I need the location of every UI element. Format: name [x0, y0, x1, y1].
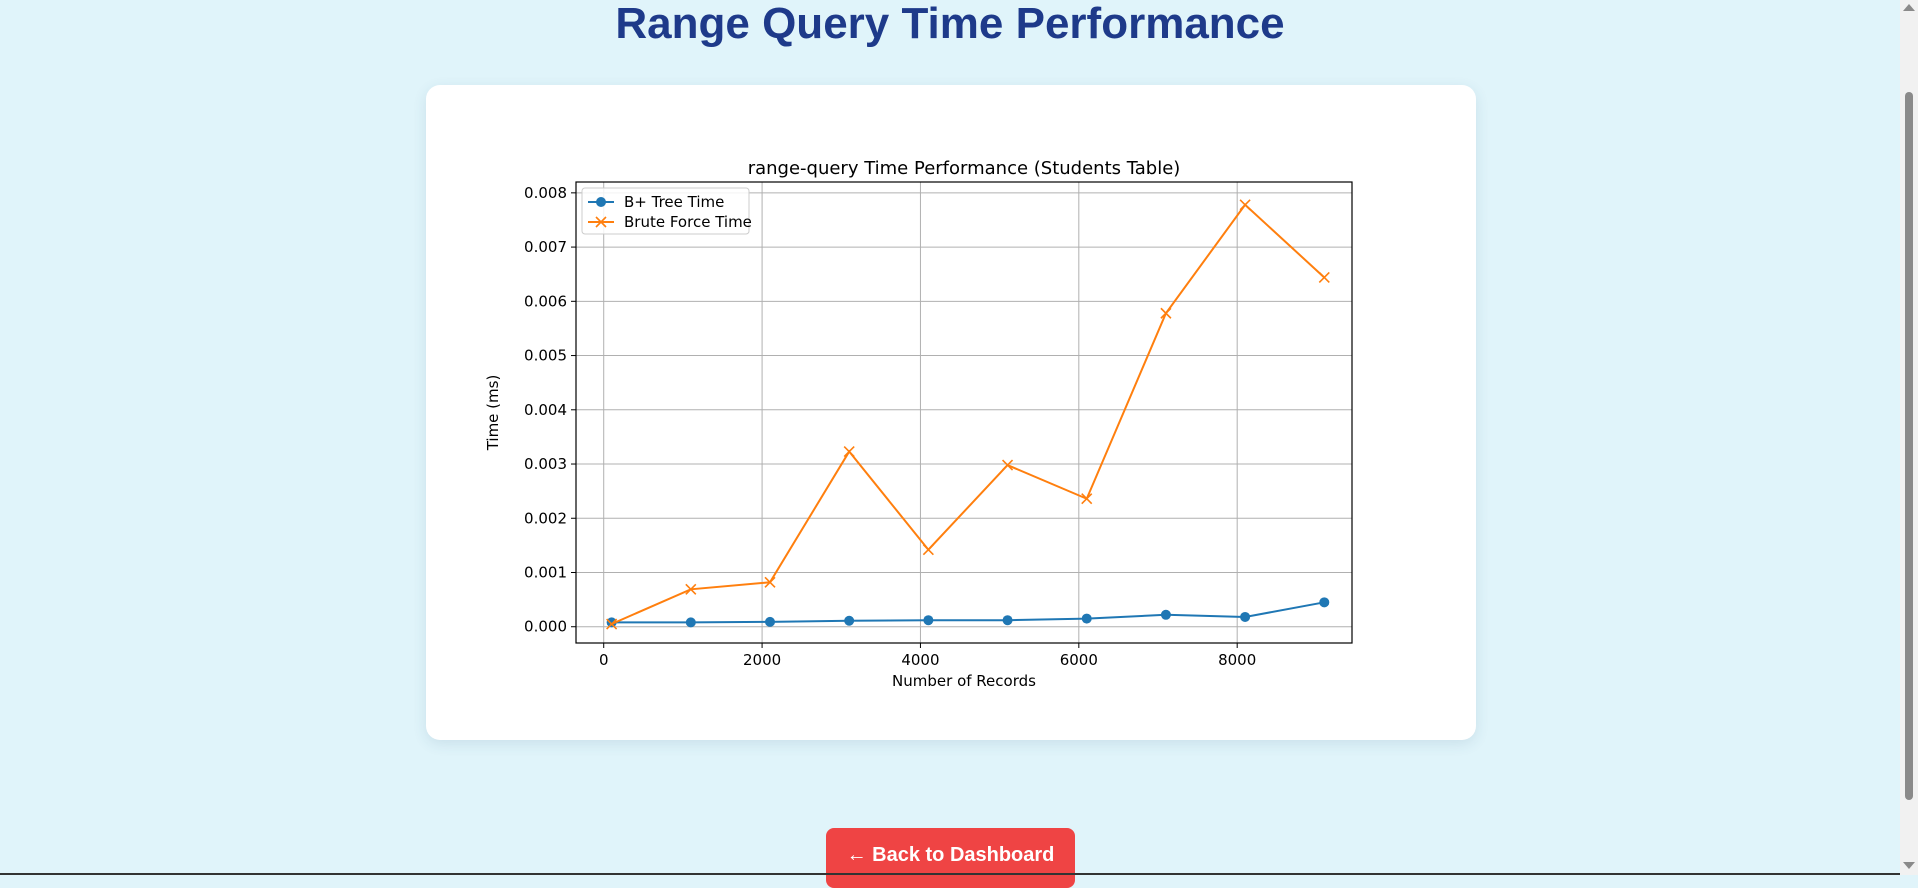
scroll-up-arrow-icon[interactable]	[1903, 4, 1915, 11]
x-tick-label: 6000	[1060, 651, 1098, 669]
data-point	[1081, 493, 1093, 505]
x-tick-label: 2000	[743, 651, 781, 669]
legend-label: B+ Tree Time	[624, 193, 724, 211]
data-point	[1002, 615, 1013, 626]
performance-chart: 0 2000 4000 6000 8000 0.000 0.001 0.002 0.003 0.0…	[484, 158, 1353, 690]
legend-label: Brute Force Time	[624, 213, 752, 231]
data-point	[844, 615, 855, 626]
data-point	[1160, 609, 1171, 620]
chart-card: 0 2000 4000 6000 8000 0.000 0.001 0.002 0.003 0.0…	[426, 85, 1476, 740]
series-line-1	[611, 203, 1325, 625]
y-axis-label: Time (ms)	[484, 375, 502, 452]
data-point	[1001, 459, 1014, 471]
data-point	[1319, 597, 1330, 608]
x-tick-label: 0	[599, 651, 609, 669]
legend-marker	[596, 197, 606, 207]
y-tick-label: 0.002	[524, 509, 567, 527]
vertical-scrollbar[interactable]	[1900, 0, 1918, 875]
y-tick-label: 0.005	[524, 347, 567, 365]
data-point	[1318, 271, 1330, 284]
data-point	[1160, 307, 1172, 319]
y-tick-label: 0.006	[524, 292, 567, 310]
page-title: Range Query Time Performance	[615, 0, 1285, 48]
data-point	[1081, 613, 1092, 624]
data-point	[843, 445, 855, 458]
data-point	[1239, 199, 1251, 211]
y-tick-label: 0.001	[524, 563, 567, 581]
y-tick-label: 0.007	[524, 238, 567, 256]
scroll-down-arrow-icon[interactable]	[1903, 862, 1915, 869]
data-point	[1240, 611, 1251, 622]
chart-title: range-query Time Performance (Students T…	[748, 158, 1181, 179]
x-axis-label: Number of Records	[892, 672, 1036, 690]
x-tick-label: 8000	[1218, 651, 1256, 669]
data-point	[923, 615, 934, 626]
y-tick-label: 0.008	[524, 184, 567, 202]
data-point	[922, 544, 934, 556]
x-tick-label: 4000	[901, 651, 939, 669]
data-point	[765, 616, 775, 627]
y-tick-label: 0.004	[524, 401, 567, 419]
back-to-dashboard-button[interactable]: ← Back to Dashboard	[826, 828, 1075, 888]
scroll-thumb[interactable]	[1905, 92, 1913, 800]
y-tick-label: 0.003	[524, 455, 567, 473]
series-line-0	[611, 601, 1325, 624]
y-tick-label: 0.000	[524, 618, 567, 636]
data-point	[685, 617, 696, 628]
plot-frame	[575, 181, 1353, 644]
